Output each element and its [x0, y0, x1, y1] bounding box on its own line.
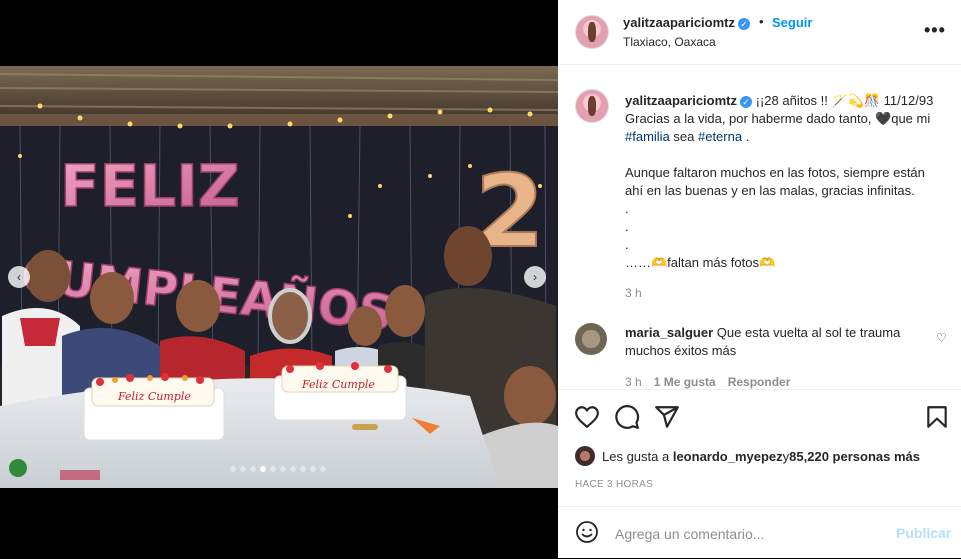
comment-input[interactable] [613, 522, 897, 546]
post-detail-panel: yalitzaapariciomtz ✓ • Seguir Tlaxiaco, O… [558, 0, 961, 558]
carousel-dot[interactable] [230, 466, 236, 472]
caption-paragraph2: Aunque faltaron muchos en las fotos, sie… [625, 165, 925, 198]
comment-bubble-icon[interactable] [614, 404, 640, 430]
caption-dot-3: . [625, 237, 629, 252]
caption-end: . [742, 129, 750, 144]
caption-mid: sea [669, 129, 698, 144]
likes-prefix: Les gusta a [602, 448, 670, 464]
hashtag-eterna[interactable]: #eterna [698, 129, 742, 144]
publish-button[interactable]: Publicar [896, 525, 951, 541]
comment-timestamp[interactable]: 3 h [625, 375, 642, 389]
action-bar: Les gusta a leonardo_myepez y 85,220 per… [558, 389, 961, 510]
liker-username[interactable]: leonardo_myepez [673, 449, 783, 464]
liker-avatar[interactable] [575, 446, 595, 466]
caption-last-line: ……🫶faltan más fotos🫶 [625, 255, 776, 270]
cake-left: Feliz Cumple [83, 373, 225, 441]
carousel-dot[interactable] [250, 466, 256, 472]
header-separator: • [759, 14, 764, 29]
reply-button[interactable]: Responder [728, 375, 791, 389]
birthday-photo: FELIZ CUMPLEAÑOS 2 [0, 66, 558, 488]
more-options-icon[interactable]: ••• [924, 20, 946, 41]
post-caption: yalitzaapariciomtz ✓ ¡¡28 añitos !! 🪄💫🎊 1… [625, 92, 945, 272]
smiley-icon[interactable] [575, 520, 599, 544]
hashtag-familia[interactable]: #familia [625, 129, 670, 144]
likes-summary: Les gusta a leonardo_myepez y 85,220 per… [575, 446, 920, 466]
comment-like-heart-icon[interactable]: ♡ [936, 331, 947, 345]
verified-badge-icon: ✓ [740, 95, 752, 108]
carousel-dot[interactable] [270, 466, 276, 472]
comments-section[interactable]: yalitzaapariciomtz ✓ ¡¡28 añitos !! 🪄💫🎊 1… [558, 65, 961, 389]
comment-username[interactable]: maria_salguer [625, 325, 713, 340]
chevron-left-icon: ‹ [17, 270, 21, 284]
chevron-right-icon: › [533, 270, 537, 284]
comment-meta: 3 h 1 Me gusta Responder [625, 375, 790, 389]
post-age[interactable]: HACE 3 HORAS [575, 479, 653, 490]
carousel-dot[interactable] [310, 466, 316, 472]
cake-right-text: Feliz Cumple [301, 378, 375, 391]
carousel-next-button[interactable]: › [524, 266, 546, 288]
commenter-avatar[interactable] [575, 323, 607, 355]
carousel-dot[interactable] [260, 466, 266, 472]
comment-item: maria_salguer Que esta vuelta al sol te … [625, 324, 925, 360]
comment-likes[interactable]: 1 Me gusta [654, 375, 716, 389]
cake-left-text: Feliz Cumple [117, 390, 191, 403]
carousel-dot[interactable] [240, 466, 246, 472]
caption-timestamp[interactable]: 3 h [625, 286, 642, 300]
post-location[interactable]: Tlaxiaco, Oaxaca [623, 35, 716, 49]
caption-username[interactable]: yalitzaapariciomtz [625, 93, 737, 108]
caption-line2: Gracias a la vida, por haberme dado tant… [625, 111, 931, 126]
caption-line1: ¡¡28 añitos !! 🪄💫🎊 11/12/93 [755, 93, 934, 108]
carousel-dot[interactable] [280, 466, 286, 472]
like-heart-icon[interactable] [574, 404, 600, 430]
post-header: yalitzaapariciomtz ✓ • Seguir Tlaxiaco, O… [558, 0, 961, 65]
caption-dot-2: . [625, 219, 629, 234]
caption-dot-1: . [625, 201, 629, 216]
verified-badge-icon: ✓ [738, 17, 750, 30]
add-comment-bar: Publicar [558, 506, 961, 559]
likes-count[interactable]: 85,220 personas más [789, 449, 920, 464]
share-send-icon[interactable] [654, 404, 680, 430]
cake-right: Feliz Cumple [273, 362, 407, 421]
carousel-prev-button[interactable]: ‹ [8, 266, 30, 288]
carousel-dot[interactable] [300, 466, 306, 472]
carousel-dots [230, 466, 326, 472]
carousel-dot[interactable] [320, 466, 326, 472]
post-media: FELIZ CUMPLEAÑOS 2 [0, 0, 558, 558]
author-username[interactable]: yalitzaapariciomtz ✓ [623, 15, 750, 30]
author-username-text[interactable]: yalitzaapariciomtz [623, 15, 735, 30]
post-photo[interactable]: FELIZ CUMPLEAÑOS 2 [0, 66, 558, 488]
author-avatar[interactable] [575, 15, 609, 49]
balloon-feliz: FELIZ [60, 152, 240, 220]
carousel-dot[interactable] [290, 466, 296, 472]
caption-avatar[interactable] [575, 89, 609, 123]
follow-button[interactable]: Seguir [772, 15, 812, 30]
save-bookmark-icon[interactable] [924, 404, 950, 430]
